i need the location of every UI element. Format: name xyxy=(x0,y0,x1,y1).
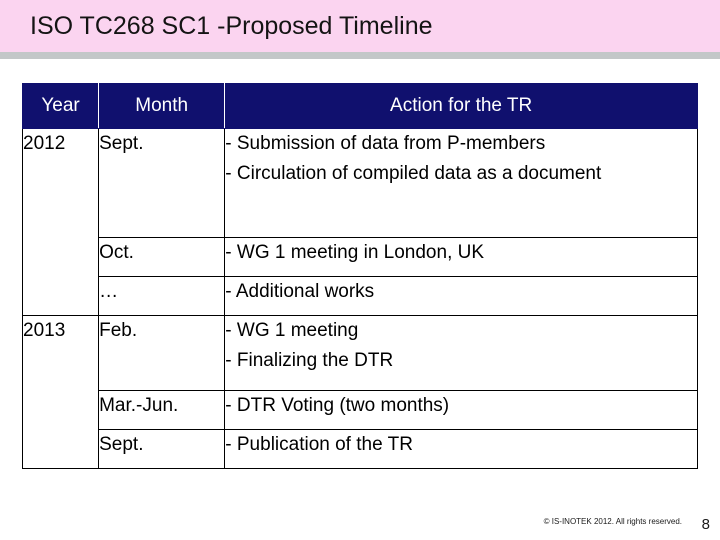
action-line: - Additional works xyxy=(225,281,375,302)
cell-year-2012: 2012 xyxy=(21,128,100,316)
cell-month-feb-2013: Feb. xyxy=(98,315,226,391)
cell-action-4: - DTR Voting (two months) xyxy=(224,390,698,430)
action-line: - Circulation of compiled data as a docu… xyxy=(225,163,602,184)
cell-action-0: - Submission of data from P-members - Ci… xyxy=(224,128,698,238)
column-header-action: Action for the TR xyxy=(224,83,698,129)
cell-year-2013: 2013 xyxy=(21,315,100,469)
action-line: - Submission of data from P-members xyxy=(225,133,546,154)
cell-month-ellipsis-2012: … xyxy=(98,276,226,316)
action-line: - WG 1 meeting xyxy=(225,320,359,341)
table-row: Oct. - WG 1 meeting in London, UK xyxy=(23,237,698,277)
action-line: - WG 1 meeting in London, UK xyxy=(225,242,485,263)
table-row: Mar.-Jun. - DTR Voting (two months) xyxy=(23,390,698,430)
action-line: - Publication of the TR xyxy=(225,434,413,455)
header-divider xyxy=(0,52,720,59)
cell-month-oct-2012: Oct. xyxy=(98,237,226,277)
column-header-year: Year xyxy=(21,83,100,129)
cell-action-3: - WG 1 meeting - Finalizing the DTR xyxy=(224,315,698,391)
cell-month-sept-2012: Sept. xyxy=(98,128,226,238)
cell-action-2: - Additional works xyxy=(224,276,698,316)
cell-month-mar-jun-2013: Mar.-Jun. xyxy=(98,390,226,430)
page-number: 8 xyxy=(701,516,710,533)
table-row: Sept. - Publication of the TR xyxy=(23,429,698,469)
table-row: 2012 Sept. - Submission of data from P-m… xyxy=(21,128,698,316)
copyright-notice: © IS-INOTEK 2012. All rights reserved. xyxy=(543,517,682,526)
page-title: ISO TC268 SC1 -Proposed Timeline xyxy=(30,12,433,40)
timeline-table: Year Month Action for the TR 2012 Sept. … xyxy=(21,83,698,469)
action-line: - DTR Voting (two months) xyxy=(225,395,450,416)
action-line: - Finalizing the DTR xyxy=(225,350,394,371)
table-row: … - Additional works xyxy=(23,276,698,316)
table-header-row: Year Month Action for the TR xyxy=(21,83,698,129)
cell-month-sept-2013: Sept. xyxy=(98,429,226,469)
cell-action-1: - WG 1 meeting in London, UK xyxy=(224,237,698,277)
table-row: 2013 Feb. - WG 1 meeting - Finalizing th… xyxy=(21,315,698,469)
cell-action-5: - Publication of the TR xyxy=(224,429,698,469)
column-header-month: Month xyxy=(98,83,226,129)
